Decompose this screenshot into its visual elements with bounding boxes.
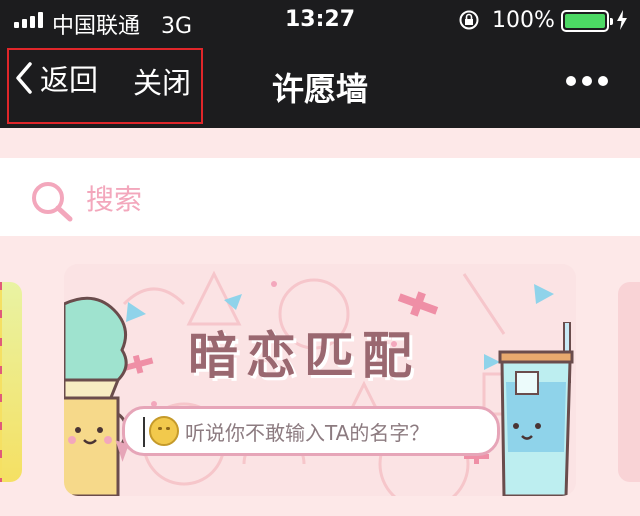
banner-carousel: 暗恋匹配 听说你不敢输入TA的名字？ (0, 236, 640, 516)
back-label: 返回 (40, 63, 99, 97)
drink-cup-character-illustration (498, 322, 574, 496)
close-button[interactable]: 关闭 (133, 60, 191, 102)
chevron-left-icon (16, 62, 32, 94)
battery-percent: 100% (492, 8, 555, 33)
next-banner-card[interactable] (618, 282, 640, 482)
back-button[interactable]: 返回 (14, 58, 98, 98)
search-icon (32, 182, 73, 222)
more-dots-icon[interactable] (566, 76, 608, 86)
battery-icon (561, 10, 613, 32)
nav-bar: 返回 关闭 许愿墙 (0, 40, 640, 128)
banner-headline: 暗恋匹配 (188, 327, 420, 385)
banner-prompt: 听说你不敢输入TA的名字？ (185, 420, 430, 445)
moon-face-emoji-icon (149, 416, 179, 446)
search-placeholder: 搜索 (86, 183, 143, 216)
crush-match-banner[interactable]: 暗恋匹配 听说你不敢输入TA的名字？ (64, 264, 576, 496)
status-bar: 中国联通 3G 13:27 100% (0, 0, 640, 40)
ice-cream-character-illustration (64, 296, 128, 496)
speech-bubble: 听说你不敢输入TA的名字？ (122, 406, 500, 456)
charging-bolt-icon (617, 10, 627, 30)
rotation-lock-icon (459, 10, 479, 30)
previous-banner-card[interactable] (0, 282, 22, 482)
text-cursor (143, 417, 145, 447)
search-input[interactable]: 搜索 (0, 158, 640, 236)
